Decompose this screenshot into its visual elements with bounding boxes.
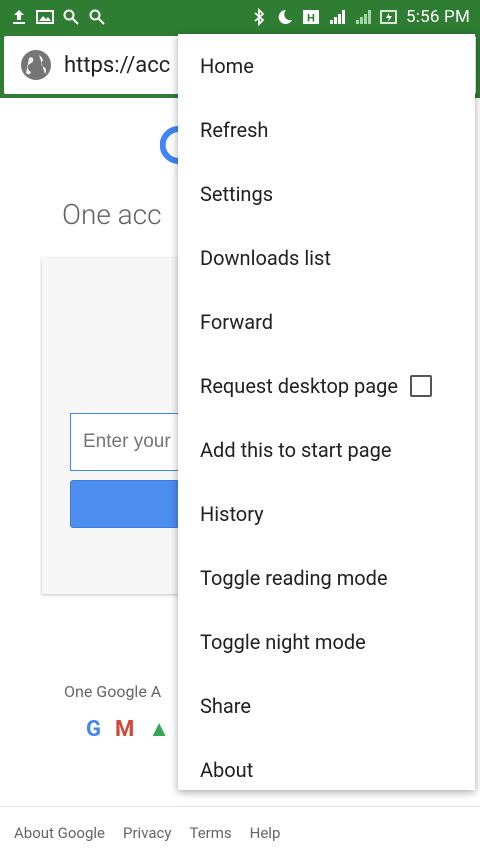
menu-item-label: Home bbox=[200, 54, 254, 78]
footer-links: About Google Privacy Terms Help bbox=[14, 824, 280, 842]
menu-item-reading-mode[interactable]: Toggle reading mode bbox=[178, 546, 475, 610]
upload-icon bbox=[10, 8, 28, 26]
menu-item-settings[interactable]: Settings bbox=[178, 162, 475, 226]
search-icon bbox=[88, 8, 106, 26]
footer-link-help[interactable]: Help bbox=[250, 824, 281, 842]
menu-item-label: Add this to start page bbox=[200, 438, 392, 462]
gmail-icon: M bbox=[115, 716, 135, 742]
menu-item-home[interactable]: Home bbox=[178, 34, 475, 98]
status-bar: H 5:56 PM bbox=[0, 0, 480, 34]
footer-link-about[interactable]: About Google bbox=[14, 824, 105, 842]
menu-item-history[interactable]: History bbox=[178, 482, 475, 546]
menu-item-label: Toggle night mode bbox=[200, 630, 366, 654]
status-icons-left bbox=[10, 8, 106, 26]
footer-brand-text: One Google A bbox=[64, 682, 162, 701]
menu-item-label: Settings bbox=[200, 182, 274, 206]
menu-item-request-desktop[interactable]: Request desktop page bbox=[178, 354, 475, 418]
url-text: https://acc bbox=[64, 52, 171, 78]
menu-item-downloads[interactable]: Downloads list bbox=[178, 226, 475, 290]
status-time: 5:56 PM bbox=[406, 7, 470, 27]
menu-item-share[interactable]: Share bbox=[178, 674, 475, 738]
brand-icons: G M ▲ bbox=[86, 716, 171, 743]
menu-item-forward[interactable]: Forward bbox=[178, 290, 475, 354]
battery-charging-icon bbox=[380, 8, 398, 26]
menu-item-label: Refresh bbox=[200, 118, 269, 142]
search-icon bbox=[62, 8, 80, 26]
image-icon bbox=[36, 8, 54, 26]
page-heading: One acc bbox=[62, 198, 162, 231]
menu-item-night-mode[interactable]: Toggle night mode bbox=[178, 610, 475, 674]
footer-link-terms[interactable]: Terms bbox=[189, 824, 231, 842]
menu-item-label: Downloads list bbox=[200, 246, 331, 270]
menu-item-add-start-page[interactable]: Add this to start page bbox=[178, 418, 475, 482]
menu-item-label: History bbox=[200, 502, 264, 526]
svg-text:H: H bbox=[307, 13, 315, 25]
footer-link-privacy[interactable]: Privacy bbox=[123, 824, 171, 842]
globe-icon bbox=[20, 49, 52, 81]
menu-item-about[interactable]: About bbox=[178, 738, 475, 802]
footer-divider bbox=[0, 806, 480, 807]
maps-icon: ▲ bbox=[148, 717, 171, 742]
overflow-menu: Home Refresh Settings Downloads list For… bbox=[178, 34, 475, 790]
google-g-icon: G bbox=[86, 716, 101, 742]
menu-item-refresh[interactable]: Refresh bbox=[178, 98, 475, 162]
status-icons-right: H 5:56 PM bbox=[250, 7, 470, 27]
signal-sim2-icon bbox=[354, 8, 372, 26]
desktop-page-checkbox[interactable] bbox=[410, 375, 432, 397]
h-network-icon: H bbox=[302, 8, 320, 26]
menu-item-label: Forward bbox=[200, 310, 273, 334]
menu-item-label: Share bbox=[200, 694, 251, 718]
bluetooth-icon bbox=[250, 8, 268, 26]
menu-item-label: Toggle reading mode bbox=[200, 566, 388, 590]
signal-sim1-icon bbox=[328, 8, 346, 26]
do-not-disturb-icon bbox=[276, 8, 294, 26]
menu-item-label: About bbox=[200, 758, 254, 782]
menu-item-label: Request desktop page bbox=[200, 374, 398, 398]
